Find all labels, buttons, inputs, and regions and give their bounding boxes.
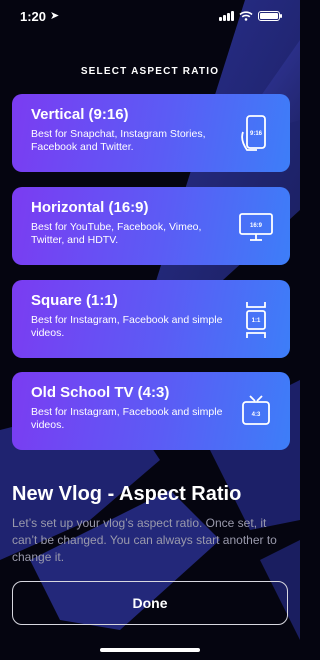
option-description: Best for Instagram, Facebook and simple … [31,314,223,339]
home-indicator [100,648,200,652]
option-horizontal[interactable]: Horizontal (16:9) Best for YouTube, Face… [12,187,290,265]
icon-label: 1:1 [252,318,261,324]
option-square[interactable]: Square (1:1) Best for Instagram, Faceboo… [12,280,290,358]
done-button[interactable]: Done [12,581,288,625]
monitor-widescreen-icon: 16:9 [239,213,273,241]
option-title: Old School TV (4:3) [31,384,170,401]
option-old-school-tv[interactable]: Old School TV (4:3) Best for Instagram, … [12,372,290,450]
icon-label: 4:3 [252,412,261,418]
status-bar: 1:20 ➤ [0,0,300,34]
retro-tv-icon: 4:3 [242,395,270,425]
option-description: Best for YouTube, Facebook, Vimeo, Twitt… [31,221,202,246]
option-title: Square (1:1) [31,292,118,309]
option-title: Vertical (9:16) [31,106,129,123]
option-description: Best for Snapchat, Instagram Stories, Fa… [31,128,206,153]
wifi-icon [239,11,253,21]
option-description: Best for Instagram, Facebook and simple … [31,406,223,431]
option-vertical[interactable]: Vertical (9:16) Best for Snapchat, Insta… [12,94,290,172]
square-frame-icon: 1:1 [246,302,266,338]
option-title: Horizontal (16:9) [31,199,149,216]
icon-label: 16:9 [250,223,263,229]
page-description: Let’s set up your vlog’s aspect ratio. O… [12,516,277,564]
page-title: SELECT ASPECT RATIO [80,66,220,77]
status-time: 1:20 [20,9,47,24]
page-heading: New Vlog - Aspect Ratio [12,483,242,505]
cellular-signal-icon [219,11,234,21]
status-indicators [219,11,282,21]
battery-icon [258,11,282,21]
phone-vertical-icon: 9:16 [241,115,266,151]
location-arrow-icon: ➤ [50,10,60,22]
icon-label: 9:16 [250,131,263,137]
